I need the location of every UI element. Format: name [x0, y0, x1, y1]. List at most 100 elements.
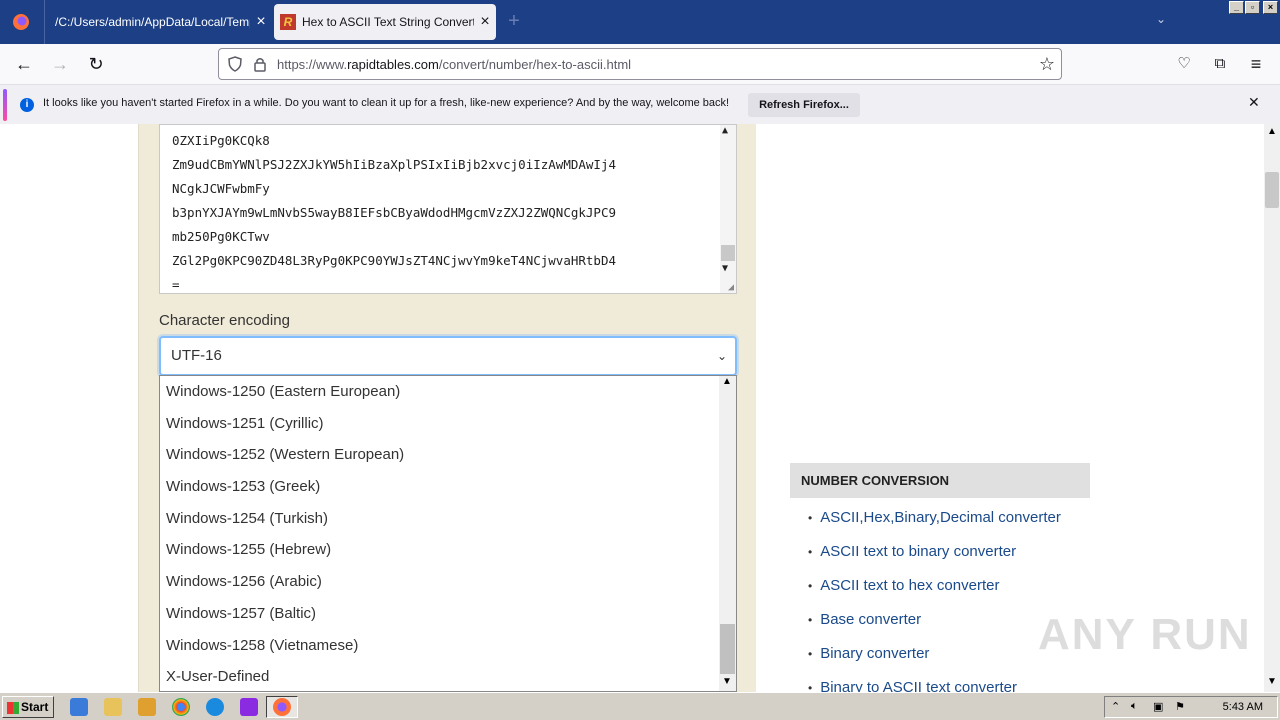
start-button[interactable]: Start [2, 696, 54, 718]
list-all-tabs-chevron-icon[interactable]: ⌄ [1156, 12, 1166, 26]
dropdown-scrollbar[interactable]: ▲ ▼ [719, 376, 736, 691]
scrollbar-thumb[interactable] [1265, 172, 1279, 208]
forward-arrow-icon[interactable]: → [47, 52, 73, 76]
output-textarea[interactable]: 0ZXIiPg0KCQk8 Zm9udCBmYWNlPSJ2ZXJkYW5hIi… [159, 124, 737, 294]
chevron-down-icon: ⌄ [716, 349, 727, 363]
shield-icon[interactable] [227, 56, 243, 72]
media-player-icon[interactable] [138, 698, 156, 716]
conversion-link[interactable]: ASCII text to binary converter [808, 538, 1090, 572]
tab-hex-to-ascii[interactable]: R Hex to ASCII Text String Converte × [274, 4, 496, 40]
internet-explorer-icon[interactable] [70, 698, 88, 716]
refresh-notification-bar: i It looks like you haven't started Fire… [0, 84, 1280, 124]
bookmark-star-icon[interactable]: ☆ [1039, 54, 1055, 75]
system-tray: ⌃ 🔈︎ ▣ ⚑ 5:43 AM [1104, 696, 1278, 718]
pocket-icon[interactable]: ♡ [1171, 52, 1197, 76]
textarea-line: Zm9udCBmYWNlPSJ2ZXJkYW5hIiBzaXplPSIxIiBj… [172, 157, 617, 172]
edge-icon[interactable] [206, 698, 224, 716]
textarea-line: b3pnYXJAYm9wLmNvbS5wayB8IEFsbCByaWdodHMg… [172, 205, 617, 220]
navigation-toolbar: ← → ↻ https://www.rapidtables.com/conver… [0, 44, 1280, 84]
clock[interactable]: 5:43 AM [1223, 701, 1263, 713]
back-arrow-icon[interactable]: ← [11, 52, 37, 76]
scroll-down-icon[interactable]: ▼ [722, 676, 732, 687]
dropdown-option[interactable]: Windows-1254 (Turkish) [160, 503, 736, 535]
conversion-link[interactable]: ASCII text to hex converter [808, 572, 1090, 606]
dropdown-option[interactable]: Windows-1256 (Arabic) [160, 566, 736, 598]
firefox-icon [13, 14, 29, 30]
new-tab-button[interactable]: + [502, 10, 526, 34]
url-text[interactable]: https://www.rapidtables.com/convert/numb… [277, 57, 631, 72]
encoding-dropdown-list[interactable]: Windows-1250 (Eastern European) Windows-… [159, 375, 737, 692]
refresh-firefox-button[interactable]: Refresh Firefox... [748, 93, 860, 117]
show-hidden-icons-icon[interactable]: ⌃ [1111, 700, 1120, 713]
rapidtables-favicon-icon: R [280, 14, 296, 30]
textarea-line: 0ZXIiPg0KCQk8 [172, 133, 270, 148]
windows-logo-icon [7, 701, 19, 714]
conversion-link[interactable]: Binary to ASCII text converter [808, 674, 1090, 692]
dropdown-option[interactable]: Windows-1255 (Hebrew) [160, 534, 736, 566]
close-tab-icon[interactable]: × [250, 13, 272, 31]
tab-strip: /C:/Users/admin/AppData/Local/Temp/i × R… [0, 0, 1280, 44]
character-encoding-label: Character encoding [159, 312, 290, 329]
folder-icon[interactable] [104, 698, 122, 716]
network-icon[interactable]: ▣ [1153, 700, 1163, 713]
close-icon[interactable]: ✕ [1248, 94, 1260, 111]
firefox-view-button[interactable] [0, 0, 42, 44]
notification-text: It looks like you haven't started Firefo… [43, 97, 730, 109]
url-path: /convert/number/hex-to-ascii.html [438, 56, 632, 72]
dropdown-option[interactable]: Windows-1252 (Western European) [160, 439, 736, 471]
textarea-line: = [172, 277, 180, 292]
scrollbar-thumb[interactable] [721, 245, 735, 261]
dropdown-option[interactable]: Windows-1258 (Vietnamese) [160, 630, 736, 662]
tab-title: /C:/Users/admin/AppData/Local/Temp/i [55, 15, 250, 29]
dropdown-option[interactable]: Windows-1253 (Greek) [160, 471, 736, 503]
url-host: rapidtables.com [347, 56, 439, 72]
textarea-line: ZGl2Pg0KPC90ZD48L3RyPg0KPC90YWJsZT4NCjwv… [172, 253, 617, 268]
firefox-taskbar-button[interactable] [266, 696, 298, 718]
anyrun-watermark: ANY RUN [1038, 610, 1252, 659]
dropdown-option[interactable]: Windows-1251 (Cyrillic) [160, 408, 736, 440]
resize-handle-icon[interactable]: ◢ [728, 282, 734, 293]
scroll-down-icon[interactable]: ▼ [722, 263, 728, 274]
dropdown-option[interactable]: Windows-1257 (Baltic) [160, 598, 736, 630]
close-window-button[interactable]: × [1263, 1, 1278, 14]
scroll-down-icon[interactable]: ▼ [1267, 676, 1277, 687]
url-scheme: https://www. [277, 56, 348, 72]
chrome-icon[interactable] [172, 698, 190, 716]
converter-panel: 0ZXIiPg0KCQk8 Zm9udCBmYWNlPSJ2ZXJkYW5hIi… [138, 124, 756, 692]
windows-taskbar: Start ⌃ 🔈︎ ▣ ⚑ 5:43 AM [0, 692, 1280, 720]
scroll-up-icon[interactable]: ▲ [1267, 126, 1277, 137]
dropdown-option[interactable]: X-User-Defined [160, 661, 736, 692]
browser-window: /C:/Users/admin/AppData/Local/Temp/i × R… [0, 0, 1280, 720]
page-scrollbar[interactable]: ▲ ▼ [1264, 124, 1280, 692]
extensions-icon[interactable]: ⧉ [1207, 52, 1233, 76]
notification-accent [3, 89, 7, 121]
address-bar[interactable]: https://www.rapidtables.com/convert/numb… [218, 48, 1062, 80]
restore-button[interactable]: ▫ [1245, 1, 1260, 14]
volume-icon[interactable]: 🔈︎ [1131, 700, 1138, 713]
info-icon: i [20, 98, 34, 112]
conversion-links: ASCII,Hex,Binary,Decimal converter ASCII… [790, 498, 1090, 692]
textarea-line: NCgkJCWFwbmFy [172, 181, 270, 196]
menu-hamburger-icon[interactable]: ≡ [1243, 52, 1269, 76]
number-conversion-heading: NUMBER CONVERSION [790, 463, 1090, 498]
conversion-link[interactable]: ASCII,Hex,Binary,Decimal converter [808, 504, 1090, 538]
textarea-scrollbar[interactable]: ▲ ▼ [720, 125, 736, 293]
winrar-icon[interactable] [240, 698, 258, 716]
page-content: 0ZXIiPg0KCQk8 Zm9udCBmYWNlPSJ2ZXJkYW5hIi… [0, 124, 1280, 692]
scroll-up-icon[interactable]: ▲ [722, 376, 732, 387]
start-label: Start [21, 700, 49, 714]
scroll-up-icon[interactable]: ▲ [722, 125, 728, 136]
reload-icon[interactable]: ↻ [83, 52, 109, 76]
action-center-flag-icon[interactable]: ⚑ [1175, 700, 1185, 713]
lock-icon[interactable] [253, 56, 267, 72]
scrollbar-thumb[interactable] [720, 624, 735, 674]
tab-local-file[interactable]: /C:/Users/admin/AppData/Local/Temp/i × [44, 0, 272, 44]
textarea-line: mb250Pg0KCTwv [172, 229, 270, 244]
character-encoding-select[interactable]: UTF-16 ⌄ [159, 336, 737, 376]
selected-encoding: UTF-16 [171, 347, 222, 364]
firefox-icon [273, 698, 291, 716]
tab-title: Hex to ASCII Text String Converte [302, 15, 474, 29]
dropdown-option[interactable]: Windows-1250 (Eastern European) [160, 376, 736, 408]
minimize-button[interactable]: _ [1229, 1, 1244, 14]
close-tab-icon[interactable]: × [474, 13, 496, 31]
